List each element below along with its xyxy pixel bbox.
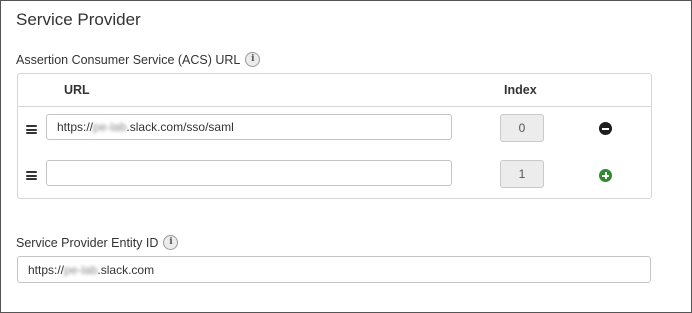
entity-id-label: Service Provider Entity ID xyxy=(16,235,159,250)
acs-url-input[interactable]: https://pe-lab .slack.com/sso/saml xyxy=(46,114,452,140)
acs-label: Assertion Consumer Service (ACS) URL xyxy=(16,52,241,67)
entity-suffix: .slack.com xyxy=(97,262,155,277)
section-title: Service Provider xyxy=(16,10,141,29)
drag-handle-icon[interactable] xyxy=(26,125,37,134)
url-column-header: URL xyxy=(64,83,90,97)
index-column-header: Index xyxy=(504,83,537,97)
remove-row-button[interactable] xyxy=(599,122,612,135)
url-suffix: .slack.com/sso/saml xyxy=(126,120,234,134)
service-provider-panel: Service Provider Assertion Consumer Serv… xyxy=(0,0,692,313)
entity-label-row: Service Provider Entity ID i xyxy=(16,235,179,250)
url-prefix: https:// xyxy=(57,120,94,134)
entity-id-input[interactable]: https://pe-lab .slack.com xyxy=(17,256,651,283)
info-icon[interactable]: i xyxy=(163,235,179,250)
entity-prefix: https:// xyxy=(28,262,65,277)
header-divider xyxy=(18,106,651,107)
acs-url-table: URL Index https://pe-lab .slack.com/sso/s… xyxy=(17,73,652,199)
acs-url-input-empty[interactable] xyxy=(46,160,452,186)
index-field: 1 xyxy=(500,160,544,188)
index-field: 0 xyxy=(500,114,544,142)
info-icon[interactable]: i xyxy=(245,52,261,67)
entity-redacted: pe-lab xyxy=(64,262,98,277)
add-row-button[interactable] xyxy=(599,169,612,182)
acs-label-row: Assertion Consumer Service (ACS) URL i xyxy=(16,52,261,67)
drag-handle-icon[interactable] xyxy=(26,171,37,180)
url-redacted: pe-lab xyxy=(93,120,127,134)
